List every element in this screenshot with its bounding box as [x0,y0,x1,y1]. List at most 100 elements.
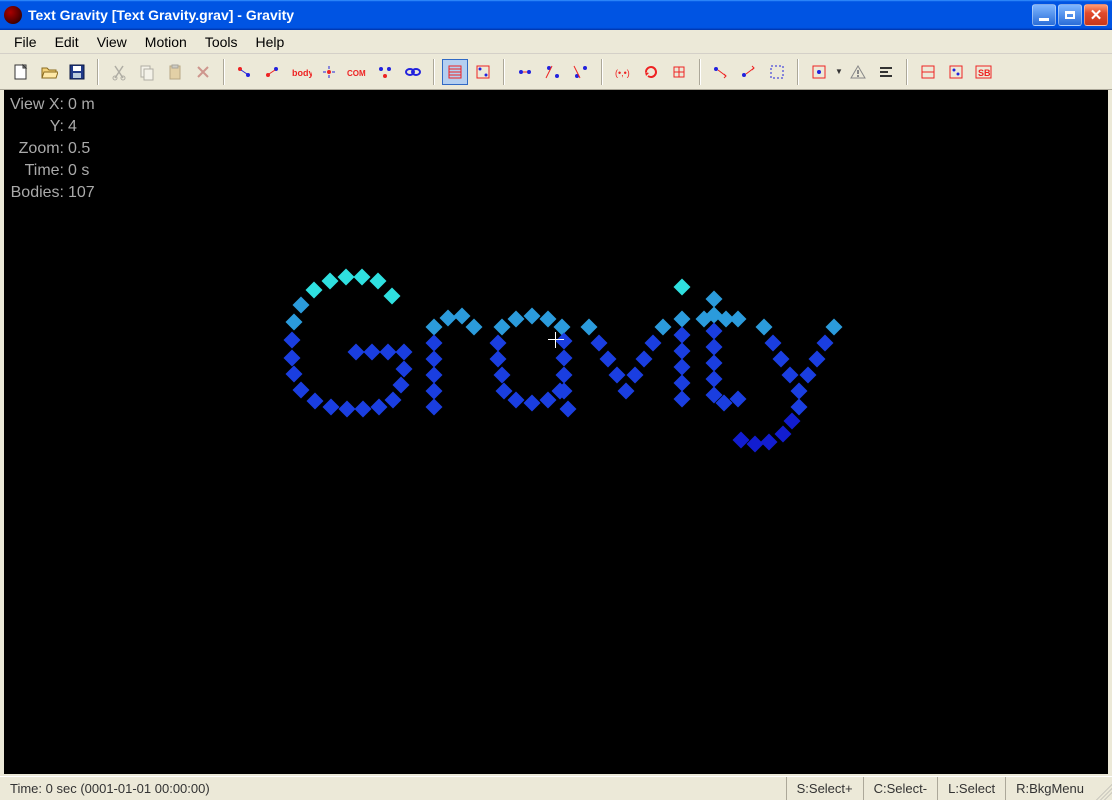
new-button[interactable] [8,59,34,85]
body-dot[interactable] [556,367,573,384]
body-dot[interactable] [494,367,511,384]
body-dot[interactable] [370,273,387,290]
body-dot[interactable] [826,319,843,336]
body-dot[interactable] [426,319,443,336]
tool-icon[interactable]: (•,•) [610,59,636,85]
body-dot[interactable] [454,308,471,325]
tool-icon[interactable] [540,59,566,85]
menu-motion[interactable]: Motion [137,32,195,52]
body-dot[interactable] [284,350,301,367]
body-dot[interactable] [706,371,723,388]
body-dot[interactable] [426,383,443,400]
menu-edit[interactable]: Edit [47,32,87,52]
body-dot[interactable] [426,351,443,368]
tool-toggle-icon[interactable] [470,59,496,85]
body-dot[interactable] [380,344,397,361]
body-dot[interactable] [655,319,672,336]
tool-icon[interactable] [666,59,692,85]
tool-sb-icon[interactable]: SB [971,59,997,85]
menu-tools[interactable]: Tools [197,32,246,52]
body-dot[interactable] [809,351,826,368]
body-dot[interactable] [706,291,723,308]
minimize-button[interactable] [1032,4,1056,26]
maximize-button[interactable] [1058,4,1082,26]
body-dot[interactable] [322,273,339,290]
body-dot[interactable] [348,344,365,361]
menu-file[interactable]: File [6,32,45,52]
body-dot[interactable] [706,323,723,340]
body-dot[interactable] [773,351,790,368]
tool-icon[interactable] [316,59,342,85]
tool-icon[interactable] [943,59,969,85]
body-dot[interactable] [782,367,799,384]
body-dot[interactable] [556,350,573,367]
body-dot[interactable] [284,332,301,349]
tool-icon[interactable] [736,59,762,85]
body-dot[interactable] [817,335,834,352]
body-dot[interactable] [466,319,483,336]
cut-button[interactable] [106,59,132,85]
body-dot[interactable] [338,269,355,286]
tool-warning-icon[interactable] [845,59,871,85]
delete-button[interactable] [190,59,216,85]
tool-icon[interactable] [915,59,941,85]
body-dot[interactable] [733,432,750,449]
paste-button[interactable] [162,59,188,85]
body-dot[interactable] [765,335,782,352]
body-dot[interactable] [674,391,691,408]
body-dot[interactable] [426,367,443,384]
tool-body-icon[interactable]: body [288,59,314,85]
body-dot[interactable] [306,282,323,299]
body-dot[interactable] [636,351,653,368]
body-dot[interactable] [775,426,792,443]
body-dot[interactable] [800,367,817,384]
dropdown-arrow-icon[interactable]: ▼ [835,67,843,76]
tool-icon[interactable] [806,59,832,85]
body-dot[interactable] [674,343,691,360]
body-dot[interactable] [396,344,413,361]
body-dot[interactable] [706,355,723,372]
body-dot[interactable] [706,339,723,356]
tool-link-icon[interactable] [400,59,426,85]
save-button[interactable] [64,59,90,85]
body-dot[interactable] [323,399,340,416]
body-dot[interactable] [747,436,764,453]
simulation-canvas[interactable]: View X:0 m Y:4 Zoom:0.5 Time:0 s Bodies:… [4,90,1108,774]
tool-refresh-icon[interactable] [638,59,664,85]
body-dot[interactable] [761,434,778,451]
body-dot[interactable] [508,311,525,328]
body-dot[interactable] [791,383,808,400]
body-dot[interactable] [440,310,457,327]
copy-button[interactable] [134,59,160,85]
body-dot[interactable] [730,311,747,328]
body-dot[interactable] [600,351,617,368]
body-dot[interactable] [674,375,691,392]
tool-icon[interactable] [232,59,258,85]
tool-selection-icon[interactable] [764,59,790,85]
tool-icon[interactable] [372,59,398,85]
body-dot[interactable] [393,377,410,394]
body-dot[interactable] [524,308,541,325]
body-dot[interactable] [307,393,324,410]
body-dot[interactable] [339,401,356,418]
body-dot[interactable] [645,335,662,352]
body-dot[interactable] [524,395,541,412]
body-dot[interactable] [674,279,691,296]
body-dot[interactable] [490,351,507,368]
body-dot[interactable] [674,311,691,328]
body-dot[interactable] [756,319,773,336]
tool-icon[interactable] [568,59,594,85]
open-button[interactable] [36,59,62,85]
tool-align-icon[interactable] [873,59,899,85]
body-dot[interactable] [730,391,747,408]
body-dot[interactable] [364,344,381,361]
body-dot[interactable] [293,382,310,399]
body-dot[interactable] [609,367,626,384]
body-dot[interactable] [355,401,372,418]
body-dot[interactable] [627,367,644,384]
body-dot[interactable] [396,361,413,378]
body-dot[interactable] [508,392,525,409]
tool-icon[interactable] [260,59,286,85]
body-dot[interactable] [286,314,303,331]
close-button[interactable]: ✕ [1084,4,1108,26]
